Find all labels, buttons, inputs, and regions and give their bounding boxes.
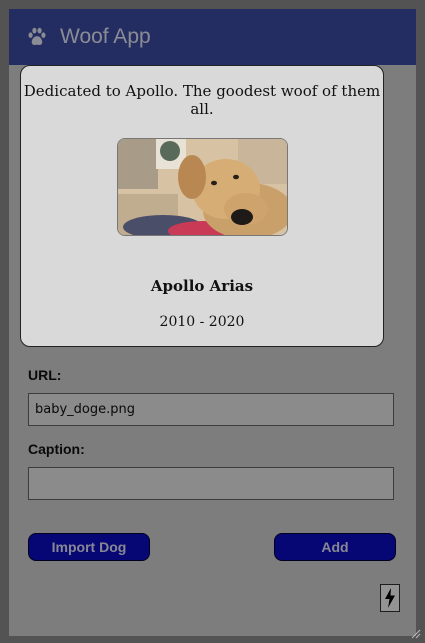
dog-photo xyxy=(117,138,288,236)
dedication-text: Dedicated to Apollo. The goodest woof of… xyxy=(23,82,381,118)
tribute-modal: Dedicated to Apollo. The goodest woof of… xyxy=(20,65,384,347)
dog-years: 2010 - 2020 xyxy=(159,314,245,330)
dog-name: Apollo Arias xyxy=(150,277,254,295)
resize-grip-icon[interactable] xyxy=(409,627,421,639)
modal-backdrop[interactable]: Dedicated to Apollo. The goodest woof of… xyxy=(0,0,425,643)
